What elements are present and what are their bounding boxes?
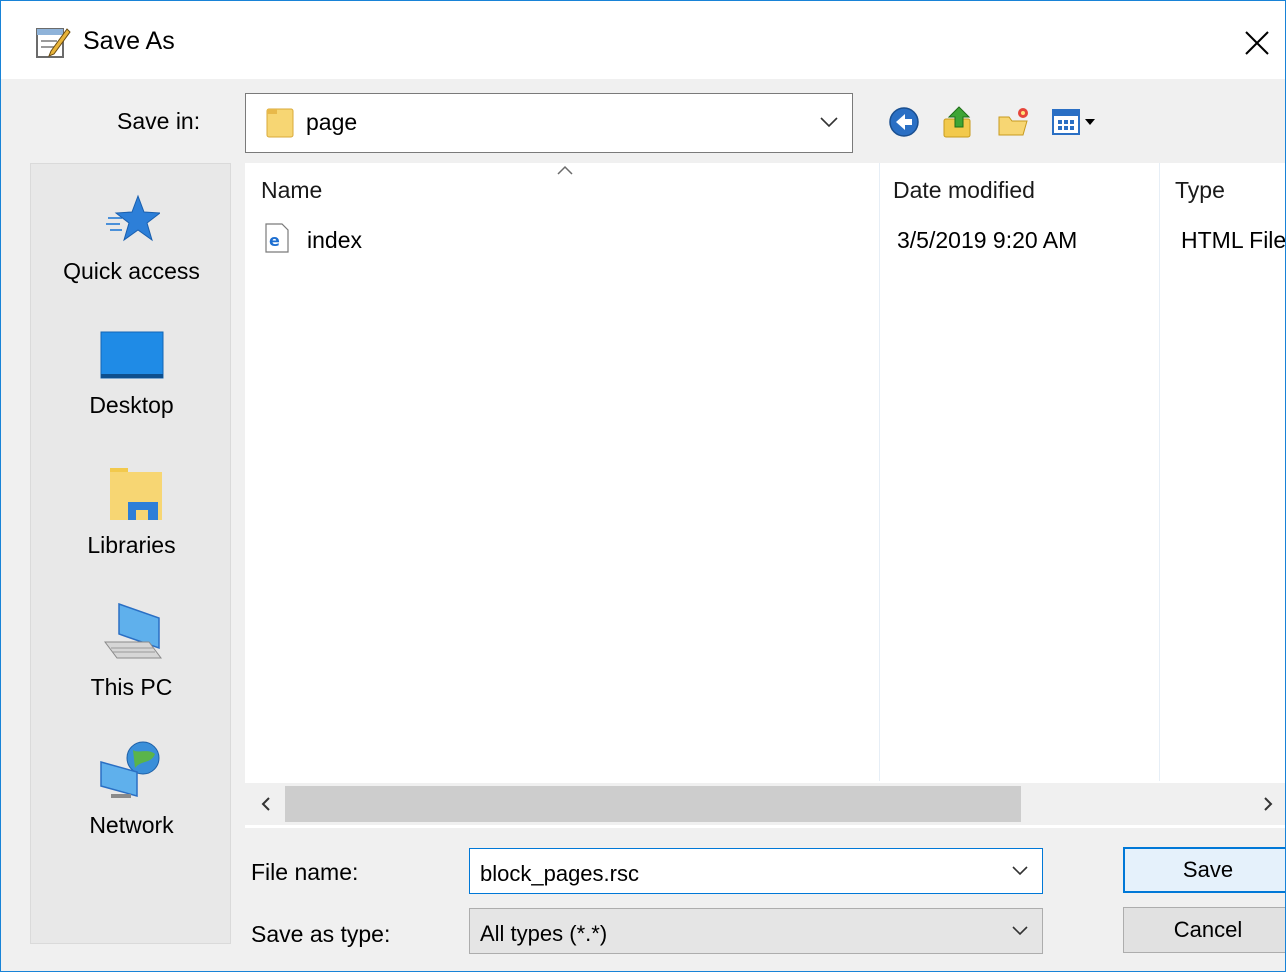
place-quick-access[interactable]: Quick access — [31, 192, 232, 285]
chevron-down-icon — [820, 117, 838, 128]
file-date-modified: 3/5/2019 9:20 AM — [897, 227, 1078, 253]
save-in-label: Save in: — [117, 108, 201, 134]
file-name: index — [307, 227, 362, 253]
scroll-left-button[interactable] — [249, 783, 283, 825]
desktop-icon — [100, 331, 163, 379]
back-icon — [889, 107, 919, 137]
file-row[interactable]: e index 3/5/2019 9:20 AM HTML File — [265, 221, 1285, 257]
place-network[interactable]: Network — [31, 740, 232, 839]
file-list[interactable]: Name Date modified Type e index 3/5/2019… — [245, 163, 1285, 828]
chevron-down-icon — [1012, 866, 1028, 876]
place-desktop[interactable]: Desktop — [31, 330, 232, 419]
new-folder-icon — [998, 108, 1028, 136]
file-name-value: block_pages.rsc — [480, 861, 639, 886]
network-icon — [99, 741, 159, 798]
notepad-icon — [36, 28, 71, 58]
places-bar: Quick access Desktop Libraries This PC N… — [30, 163, 231, 944]
save-as-type-label: Save as type: — [251, 921, 391, 947]
this-pc-icon — [103, 602, 162, 659]
place-label: Libraries — [87, 532, 176, 558]
chevron-right-icon — [1264, 797, 1273, 811]
file-name-input[interactable]: block_pages.rsc — [469, 848, 1043, 894]
file-type: HTML File — [1181, 227, 1286, 253]
chevron-down-icon — [1012, 926, 1028, 936]
place-label: Network — [89, 812, 174, 838]
libraries-icon — [109, 468, 162, 520]
scroll-thumb[interactable] — [285, 786, 1021, 822]
scroll-right-button[interactable] — [1251, 783, 1285, 825]
column-header-name[interactable]: Name — [261, 177, 322, 204]
place-label: This PC — [90, 674, 173, 700]
save-in-dropdown[interactable]: page — [245, 93, 853, 153]
file-name-label: File name: — [251, 859, 359, 885]
save-button[interactable]: Save — [1123, 847, 1285, 893]
up-folder-button[interactable] — [941, 105, 975, 139]
chevron-left-icon — [261, 797, 270, 811]
back-button[interactable] — [887, 105, 921, 139]
sort-ascending-icon — [557, 165, 573, 175]
place-label: Quick access — [63, 258, 200, 284]
quick-access-icon — [105, 194, 160, 242]
save-as-type-value: All types (*.*) — [480, 921, 608, 946]
title-bar: Save As — [1, 1, 1285, 79]
horizontal-scrollbar[interactable] — [245, 783, 1285, 825]
cancel-button[interactable]: Cancel — [1123, 907, 1285, 953]
new-folder-button[interactable] — [997, 105, 1031, 139]
view-menu-button[interactable] — [1051, 105, 1101, 139]
save-in-value: page — [306, 109, 358, 135]
place-libraries[interactable]: Libraries — [31, 466, 232, 559]
close-button[interactable] — [1229, 15, 1285, 71]
column-header-date-modified[interactable]: Date modified — [893, 177, 1035, 204]
html-file-icon: e — [265, 223, 289, 253]
window-title: Save As — [83, 27, 175, 55]
place-label: Desktop — [89, 392, 174, 418]
place-this-pc[interactable]: This PC — [31, 602, 232, 701]
up-folder-icon — [943, 106, 971, 138]
save-as-dialog: Save As Save in: page Quick access Deskt… — [0, 0, 1286, 972]
close-icon — [1245, 31, 1269, 55]
folder-icon — [266, 108, 294, 138]
save-as-type-dropdown[interactable]: All types (*.*) — [469, 908, 1043, 954]
column-header-type[interactable]: Type — [1175, 177, 1225, 204]
svg-text:e: e — [269, 231, 280, 250]
view-menu-icon — [1052, 109, 1095, 135]
